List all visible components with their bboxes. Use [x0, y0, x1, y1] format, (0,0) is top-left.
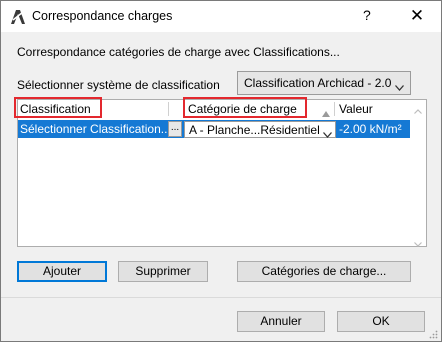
mapping-table[interactable]: Classification Catégorie de charge Valeu…: [14, 97, 427, 247]
dialog-window: Correspondance charges ? ✕ Correspondanc…: [0, 0, 442, 342]
help-button[interactable]: ?: [363, 7, 371, 23]
classification-system-label: Sélectionner système de classification: [17, 78, 220, 92]
footer-divider: [1, 297, 441, 298]
browse-button[interactable]: ...: [168, 121, 182, 137]
archicad-app-icon: [10, 9, 26, 25]
scroll-down-icon[interactable]: [414, 236, 422, 250]
intro-text: Correspondance catégories de charge avec…: [17, 45, 340, 59]
ok-button[interactable]: OK: [337, 311, 425, 332]
close-button[interactable]: ✕: [405, 5, 429, 27]
chevron-down-icon: [395, 80, 404, 94]
load-categories-button[interactable]: Catégories de charge...: [237, 261, 411, 282]
cancel-button[interactable]: Annuler: [237, 311, 325, 332]
scroll-up-icon[interactable]: [414, 103, 422, 117]
row-classification[interactable]: Sélectionner Classification...: [20, 122, 168, 136]
resize-grip-icon[interactable]: [428, 328, 438, 339]
delete-button[interactable]: Supprimer: [118, 261, 208, 282]
category-value: A - Planche...Résidentiel: [189, 123, 320, 137]
chevron-down-icon: [323, 127, 332, 141]
column-divider[interactable]: [168, 102, 169, 116]
add-button[interactable]: Ajouter: [17, 261, 107, 282]
column-divider[interactable]: [334, 102, 335, 116]
classification-system-select[interactable]: Classification Archicad - 2.0: [237, 71, 411, 95]
highlight-box-classification: [14, 97, 102, 118]
table-row[interactable]: Sélectionner Classification... ... A - P…: [18, 120, 410, 138]
category-select[interactable]: A - Planche...Résidentiel: [184, 121, 336, 138]
row-value[interactable]: -2.00 kN/m²: [339, 122, 402, 136]
highlight-box-category: [183, 97, 307, 118]
classification-system-value: Classification Archicad - 2.0: [244, 76, 392, 90]
column-header-value[interactable]: Valeur: [339, 100, 373, 118]
vertical-scrollbar[interactable]: [410, 100, 426, 247]
title-bar: Correspondance charges ? ✕: [1, 1, 441, 32]
window-title: Correspondance charges: [32, 9, 173, 23]
